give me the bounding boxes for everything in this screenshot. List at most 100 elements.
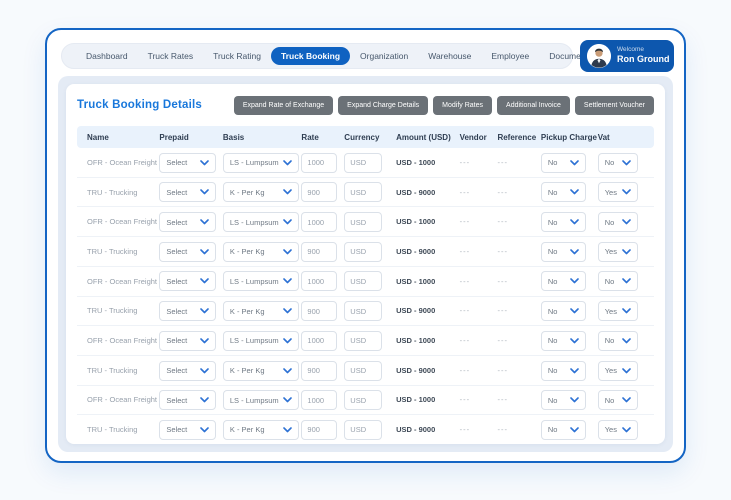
currency-input[interactable]: [344, 330, 383, 351]
pickup-charge-value: No: [547, 247, 558, 257]
prepaid-dropdown[interactable]: Select: [159, 390, 217, 411]
nav-item-warehouse[interactable]: Warehouse: [418, 47, 481, 65]
booking-table: Name Prepaid Basis Rate Currency Amount (USD)…: [77, 126, 654, 444]
prepaid-value: Select: [166, 247, 188, 257]
welcome-text: Welcome Ron Ground: [617, 46, 670, 65]
prepaid-value: Select: [166, 276, 188, 286]
additional-invoice-button[interactable]: Additional Invoice: [497, 95, 570, 115]
basis-dropdown[interactable]: K - Per Kg: [222, 360, 299, 381]
rate-input[interactable]: [301, 360, 338, 381]
pickup-charge-value: No: [547, 395, 558, 405]
pickup-charge-dropdown[interactable]: No: [540, 241, 586, 262]
rate-input[interactable]: [301, 152, 338, 173]
basis-dropdown[interactable]: LS - Lumpsum: [222, 271, 299, 292]
charge-name: OFR - Ocean Freight: [87, 157, 158, 167]
pickup-charge-dropdown[interactable]: No: [540, 419, 586, 440]
vat-dropdown[interactable]: Yes: [597, 360, 638, 381]
pickup-charge-dropdown[interactable]: No: [540, 330, 586, 351]
prepaid-dropdown[interactable]: Select: [159, 182, 217, 203]
chevron-down-icon: [570, 159, 579, 165]
currency-input[interactable]: [344, 360, 383, 381]
pickup-charge-dropdown[interactable]: No: [540, 301, 586, 322]
charge-name: TRU - Trucking: [87, 246, 138, 256]
currency-input[interactable]: [344, 419, 383, 440]
vat-value: No: [604, 276, 615, 286]
basis-dropdown[interactable]: LS - Lumpsum: [222, 152, 299, 173]
expand-rate-of-exchange-button[interactable]: Expand Rate of Exchange: [233, 95, 334, 115]
currency-input[interactable]: [344, 212, 383, 232]
prepaid-dropdown[interactable]: Select: [159, 271, 217, 292]
currency-input[interactable]: [344, 390, 383, 411]
user-badge[interactable]: Welcome Ron Ground: [580, 40, 674, 72]
rate-input[interactable]: [301, 271, 338, 292]
pickup-charge-dropdown[interactable]: No: [540, 152, 586, 173]
vat-dropdown[interactable]: Yes: [597, 241, 638, 262]
chevron-down-icon: [283, 278, 292, 284]
rate-input[interactable]: [301, 330, 338, 351]
pickup-charge-dropdown[interactable]: No: [540, 212, 586, 232]
vat-dropdown[interactable]: No: [597, 330, 638, 351]
prepaid-dropdown[interactable]: Select: [159, 212, 217, 232]
rate-input[interactable]: [301, 301, 338, 322]
currency-input[interactable]: [344, 182, 383, 203]
chevron-down-icon: [200, 427, 210, 433]
nav-item-employee[interactable]: Employee: [481, 47, 539, 65]
column-header-vat: Vat: [597, 132, 610, 142]
rate-input[interactable]: [301, 182, 338, 203]
modify-rates-button[interactable]: Modify Rates: [433, 95, 493, 115]
prepaid-dropdown[interactable]: Select: [159, 152, 217, 173]
prepaid-value: Select: [166, 395, 188, 405]
basis-dropdown[interactable]: LS - Lumpsum: [222, 390, 299, 411]
vat-dropdown[interactable]: No: [597, 271, 638, 292]
rate-input[interactable]: [301, 241, 338, 262]
basis-dropdown[interactable]: K - Per Kg: [222, 301, 299, 322]
nav-item-truck-booking[interactable]: Truck Booking: [270, 47, 351, 65]
nav-item-truck-rating[interactable]: Truck Rating: [203, 47, 271, 65]
rate-input[interactable]: [301, 390, 338, 411]
vat-dropdown[interactable]: No: [597, 390, 638, 411]
user-photo-icon: [587, 44, 611, 68]
prepaid-dropdown[interactable]: Select: [159, 241, 217, 262]
pickup-charge-dropdown[interactable]: No: [540, 390, 586, 411]
currency-input[interactable]: [344, 152, 383, 173]
chevron-down-icon: [621, 397, 631, 403]
pickup-charge-value: No: [547, 336, 558, 346]
prepaid-value: Select: [166, 306, 188, 316]
basis-dropdown[interactable]: LS - Lumpsum: [222, 330, 299, 351]
basis-dropdown[interactable]: K - Per Kg: [222, 241, 299, 262]
pickup-charge-dropdown[interactable]: No: [540, 360, 586, 381]
vat-dropdown[interactable]: Yes: [597, 182, 638, 203]
amount-value: USD - 9000: [396, 425, 436, 435]
prepaid-value: Select: [166, 425, 188, 435]
pickup-charge-dropdown[interactable]: No: [540, 271, 586, 292]
amount-value: USD - 1000: [396, 336, 436, 346]
vat-dropdown[interactable]: No: [597, 152, 638, 173]
settlement-voucher-button[interactable]: Settlement Voucher: [574, 95, 654, 115]
prepaid-dropdown[interactable]: Select: [159, 360, 217, 381]
nav-item-organization[interactable]: Organization: [350, 47, 418, 65]
currency-input[interactable]: [344, 241, 383, 262]
vat-dropdown[interactable]: Yes: [597, 301, 638, 322]
chevron-down-icon: [283, 159, 292, 165]
currency-input[interactable]: [344, 301, 383, 322]
vat-dropdown[interactable]: Yes: [597, 419, 638, 440]
nav-item-dashboard[interactable]: Dashboard: [76, 47, 138, 65]
basis-dropdown[interactable]: K - Per Kg: [222, 419, 299, 440]
currency-input[interactable]: [344, 271, 383, 292]
vat-dropdown[interactable]: No: [597, 212, 638, 232]
basis-dropdown[interactable]: LS - Lumpsum: [222, 212, 299, 232]
chevron-down-icon: [200, 308, 210, 314]
rate-input[interactable]: [301, 212, 338, 232]
basis-dropdown[interactable]: K - Per Kg: [222, 182, 299, 203]
chevron-down-icon: [621, 248, 631, 255]
table-row: TRU - Trucking Select K - Per Kg US: [77, 415, 654, 444]
amount-value: USD - 9000: [396, 306, 436, 316]
prepaid-dropdown[interactable]: Select: [159, 419, 217, 440]
rate-input[interactable]: [301, 419, 338, 440]
nav-item-truck-rates[interactable]: Truck Rates: [138, 47, 204, 65]
prepaid-dropdown[interactable]: Select: [159, 301, 217, 322]
pickup-charge-dropdown[interactable]: No: [540, 182, 586, 203]
prepaid-value: Select: [166, 217, 188, 227]
prepaid-dropdown[interactable]: Select: [159, 330, 217, 351]
expand-charge-details-button[interactable]: Expand Charge Details: [338, 95, 429, 115]
